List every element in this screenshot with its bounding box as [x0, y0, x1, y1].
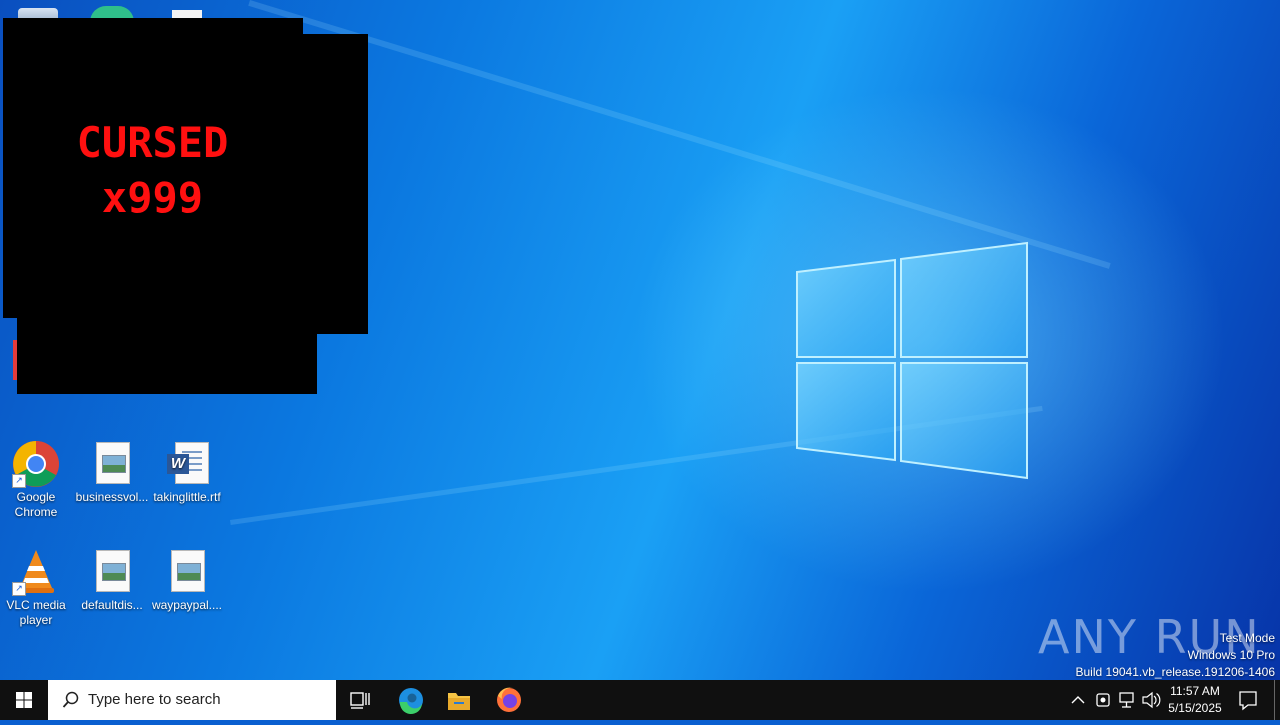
search-placeholder: Type here to search [88, 691, 221, 708]
shortcut-arrow-icon: ↗ [12, 582, 26, 596]
desktop-icon-waypaypal[interactable]: waypaypal.... [149, 548, 225, 613]
image-file-icon [88, 440, 136, 488]
desktop-icon-takinglittle[interactable]: W takinglittle.rtf [149, 440, 225, 505]
show-hidden-icons-button[interactable] [1068, 680, 1088, 720]
cursed-message: CURSED x999 [40, 115, 265, 225]
volume-button[interactable] [1140, 680, 1162, 720]
edge-icon [399, 688, 423, 715]
notification-icon [1239, 691, 1257, 711]
clock-time: 11:57 AM [1170, 684, 1220, 698]
light-beam [248, 0, 1111, 269]
chevron-up-icon [1071, 696, 1085, 704]
network-icon [1119, 692, 1134, 708]
windows-edition-label: Windows 10 Pro [1187, 648, 1275, 662]
word-document-icon: W [163, 440, 211, 488]
task-view-button[interactable] [336, 680, 384, 720]
clock-date: 5/15/2025 [1168, 701, 1222, 715]
taskbar-clock[interactable]: 11:57 AM 5/15/2025 [1160, 683, 1230, 717]
shortcut-arrow-icon: ↗ [12, 474, 26, 488]
desktop-icon-vlc[interactable]: ↗ VLC media player [0, 548, 74, 628]
image-file-icon [88, 548, 136, 596]
gadget-icon [1096, 693, 1110, 707]
vlc-icon: ↗ [12, 548, 60, 596]
taskbar-search-box[interactable]: Type here to search [48, 680, 336, 720]
cursed-line-2: x999 [101, 173, 204, 222]
desktop-icon-google-chrome[interactable]: ↗ Google Chrome [0, 440, 74, 520]
popup-window[interactable] [17, 318, 317, 394]
start-button[interactable] [0, 680, 48, 720]
edge-button[interactable] [387, 680, 435, 720]
icon-label: waypaypal.... [151, 598, 223, 612]
firefox-icon [497, 687, 521, 712]
cursed-line-1: CURSED [76, 118, 229, 167]
folder-icon [448, 693, 470, 710]
windows-start-icon [16, 692, 32, 708]
icon-label: defaultdis... [81, 598, 143, 612]
build-label: Build 19041.vb_release.191206-1406 [1075, 665, 1276, 679]
test-mode-label: Test Mode [1219, 631, 1275, 645]
desktop-icon-defaultdis[interactable]: defaultdis... [74, 548, 150, 613]
taskbar: Type here to search 11:57 AM 5/15/2025 [0, 680, 1280, 720]
search-icon [62, 691, 79, 708]
icon-label: Google Chrome [14, 490, 58, 519]
tray-app-icon[interactable] [1092, 680, 1114, 720]
network-button[interactable] [1116, 680, 1138, 720]
show-desktop-button[interactable] [1274, 680, 1280, 720]
icon-label: takinglittle.rtf [153, 490, 221, 504]
firefox-button[interactable] [485, 680, 533, 720]
desktop-icon-businessvol[interactable]: businessvol... [74, 440, 150, 505]
image-file-icon [163, 548, 211, 596]
action-center-button[interactable] [1232, 680, 1264, 720]
file-explorer-button[interactable] [435, 680, 483, 720]
windows-logo-wallpaper [795, 240, 1030, 480]
task-view-icon [350, 692, 370, 709]
windows-build-watermark: Test Mode Windows 10 Pro Build 19041.vb_… [1076, 630, 1276, 681]
icon-label: VLC media player [6, 598, 66, 627]
speaker-icon [1142, 691, 1161, 709]
icon-label: businessvol... [75, 490, 149, 504]
chrome-icon: ↗ [12, 440, 60, 488]
